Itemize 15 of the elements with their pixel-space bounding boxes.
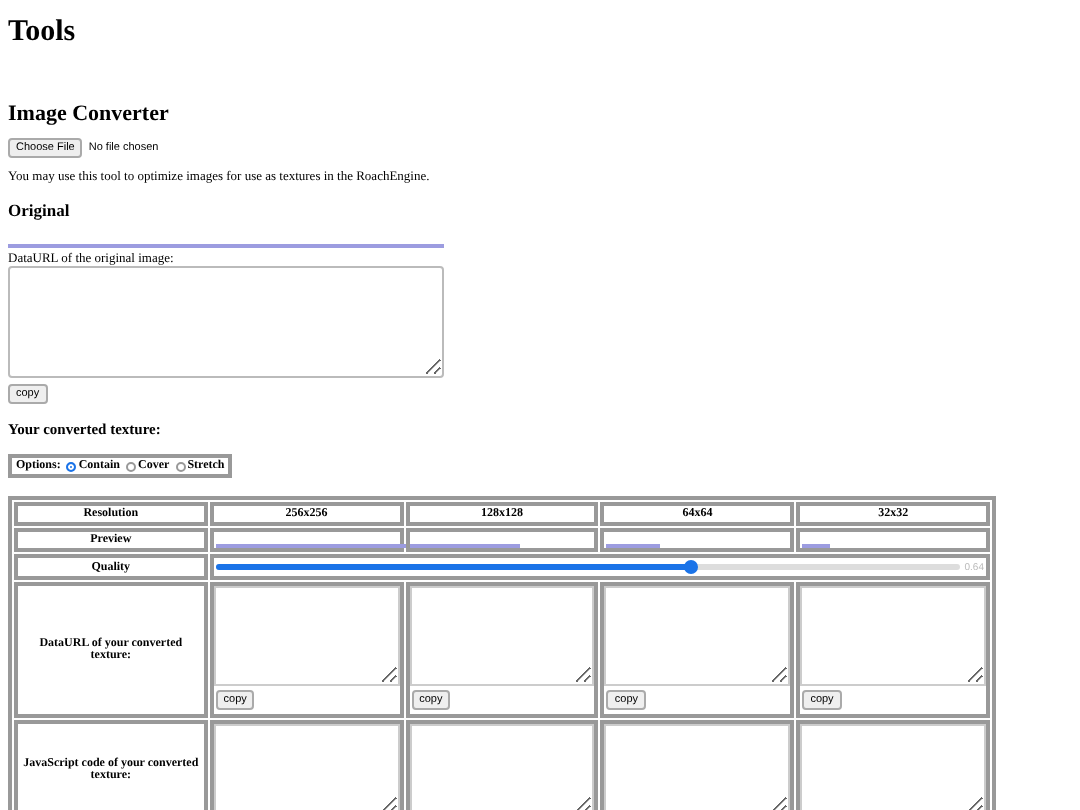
section-title: Original <box>8 200 72 221</box>
javascript-textarea[interactable] <box>604 724 791 810</box>
dataurl-textarea[interactable] <box>8 266 444 379</box>
page-title: Tools <box>8 16 78 50</box>
dataurl-textarea[interactable] <box>213 586 400 687</box>
section-title: Image Converter <box>8 102 171 126</box>
quality-slider[interactable] <box>215 564 961 571</box>
dataurl-textarea[interactable] <box>800 586 986 687</box>
preview-image <box>802 544 830 549</box>
dataurl-textarea[interactable] <box>604 586 791 687</box>
dataurl-textarea[interactable] <box>409 586 595 687</box>
javascript-textarea[interactable] <box>409 724 595 810</box>
javascript-textarea[interactable] <box>800 724 986 810</box>
preview-image <box>606 544 661 549</box>
javascript-textarea[interactable] <box>213 724 400 810</box>
